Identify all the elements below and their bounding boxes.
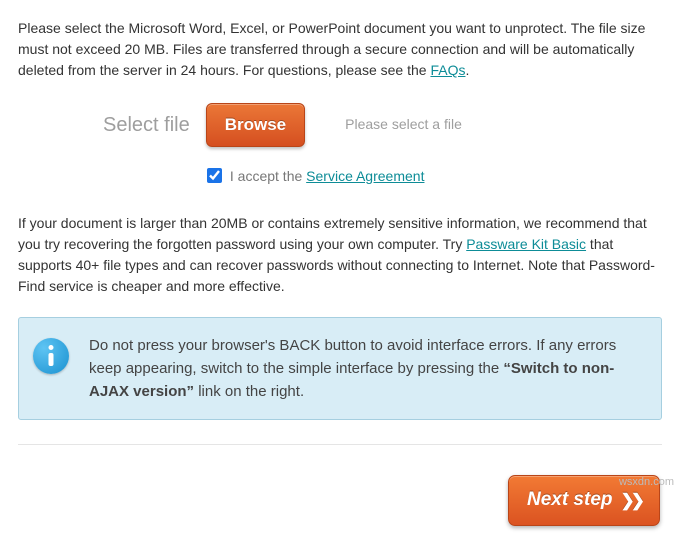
info-text: Do not press your browser's BACK button … bbox=[89, 334, 641, 404]
watermark: wsxdn.com bbox=[619, 474, 674, 491]
chevron-right-icon: ❯❯ bbox=[621, 488, 642, 514]
agreement-prefix: I accept the bbox=[230, 168, 306, 184]
info-icon bbox=[33, 338, 69, 374]
info-part2: link on the right. bbox=[194, 383, 304, 400]
recommendation-text: If your document is larger than 20MB or … bbox=[18, 213, 662, 297]
select-file-row: Select file Browse Please select a file bbox=[103, 103, 662, 147]
intro-text: Please select the Microsoft Word, Excel,… bbox=[18, 18, 662, 81]
intro-before: Please select the Microsoft Word, Excel,… bbox=[18, 20, 645, 78]
passware-kit-link[interactable]: Passware Kit Basic bbox=[466, 236, 586, 252]
intro-after: . bbox=[465, 62, 469, 78]
agreement-checkbox[interactable] bbox=[207, 168, 222, 183]
divider bbox=[18, 444, 662, 445]
service-agreement-link[interactable]: Service Agreement bbox=[306, 168, 424, 184]
faqs-link[interactable]: FAQs bbox=[430, 62, 465, 78]
browse-button[interactable]: Browse bbox=[206, 103, 305, 147]
next-step-label: Next step bbox=[527, 486, 613, 515]
agreement-row: I accept the Service Agreement bbox=[203, 165, 662, 187]
select-file-hint: Please select a file bbox=[345, 114, 462, 135]
next-row: Next step ❯❯ bbox=[18, 475, 662, 526]
info-box: Do not press your browser's BACK button … bbox=[18, 317, 662, 421]
select-file-label: Select file bbox=[103, 110, 190, 140]
